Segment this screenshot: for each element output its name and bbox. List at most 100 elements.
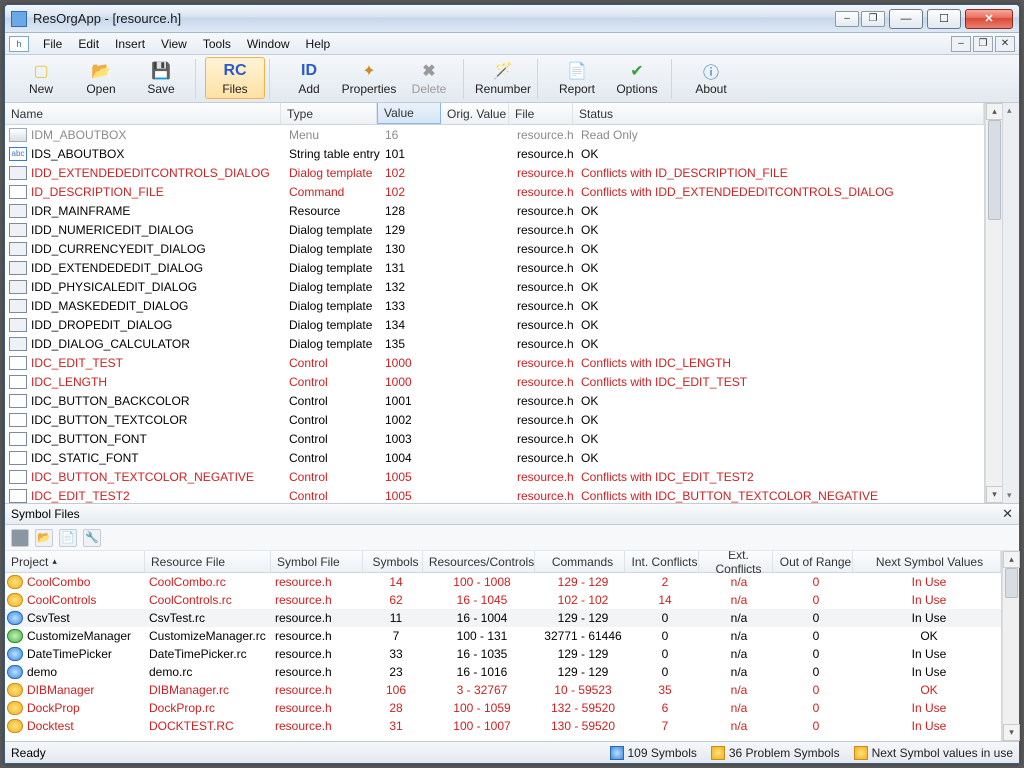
- cell-type: Control: [287, 356, 383, 370]
- project-row[interactable]: demodemo.rcresource.h2316 - 1016129 - 12…: [5, 663, 1001, 681]
- outer-scrollbar[interactable]: [1002, 103, 1019, 503]
- pcol-cmd[interactable]: Commands: [535, 551, 625, 572]
- window-close-button[interactable]: ✕: [965, 9, 1013, 29]
- scroll-down-icon[interactable]: ▾: [1003, 724, 1020, 741]
- scroll-thumb[interactable]: [1005, 568, 1018, 598]
- pcol-ec[interactable]: Ext. Conflicts: [699, 551, 773, 572]
- project-row[interactable]: CoolComboCoolCombo.rcresource.h14100 - 1…: [5, 573, 1001, 591]
- col-orig[interactable]: Orig. Value: [441, 103, 509, 124]
- table-row[interactable]: IDD_NUMERICEDIT_DIALOGDialog template129…: [5, 220, 984, 239]
- toolbar-about[interactable]: ⓘAbout: [681, 57, 741, 99]
- menu-insert[interactable]: Insert: [107, 35, 153, 53]
- pane-tool-2-icon[interactable]: 📂: [35, 529, 53, 547]
- table-row[interactable]: IDD_EXTENDEDEDIT_DIALOGDialog template13…: [5, 258, 984, 277]
- window-maximize-button[interactable]: ☐: [927, 9, 961, 29]
- project-row[interactable]: CoolControlsCoolControls.rcresource.h621…: [5, 591, 1001, 609]
- mdi-close-button[interactable]: ✕: [995, 36, 1015, 52]
- col-name[interactable]: Name: [5, 103, 281, 124]
- scroll-thumb[interactable]: [988, 120, 1001, 220]
- toolbar-save[interactable]: 💾Save: [131, 57, 191, 99]
- mdi-minimize-icon[interactable]: –: [835, 11, 859, 27]
- mdi-min-button[interactable]: –: [951, 36, 971, 52]
- pane-tool-1-icon[interactable]: [11, 529, 29, 547]
- pane-tool-4-icon[interactable]: 🔧: [83, 529, 101, 547]
- scroll-down-icon[interactable]: ▾: [986, 486, 1003, 503]
- project-row[interactable]: CsvTestCsvTest.rcresource.h1116 - 100412…: [5, 609, 1001, 627]
- cell-file: resource.h: [515, 451, 579, 465]
- table-row[interactable]: IDC_STATIC_FONTControl1004resource.hOK: [5, 448, 984, 467]
- toolbar-report[interactable]: 📄Report: [547, 57, 607, 99]
- table-row[interactable]: IDC_BUTTON_FONTControl1003resource.hOK: [5, 429, 984, 448]
- cell-cmd: 129 - 129: [537, 647, 627, 661]
- pcol-oor[interactable]: Out of Range: [773, 551, 853, 572]
- project-list[interactable]: Project▴ Resource File Symbol File Symbo…: [5, 551, 1002, 741]
- toolbar-properties[interactable]: ✦Properties: [339, 57, 399, 99]
- col-file[interactable]: File: [509, 103, 573, 124]
- cell-ic: 6: [627, 701, 701, 715]
- window-minimize-button[interactable]: —: [889, 9, 923, 29]
- toolbar-files[interactable]: RCFiles: [205, 57, 265, 99]
- table-row[interactable]: IDD_CURRENCYEDIT_DIALOGDialog template13…: [5, 239, 984, 258]
- table-row[interactable]: IDM_ABOUTBOXMenu16resource.hRead Only: [5, 125, 984, 144]
- table-row[interactable]: IDD_DIALOG_CALCULATORDialog template135r…: [5, 334, 984, 353]
- table-row[interactable]: IDD_MASKEDEDIT_DIALOGDialog template133r…: [5, 296, 984, 315]
- table-row[interactable]: IDC_BUTTON_BACKCOLORControl1001resource.…: [5, 391, 984, 410]
- pcol-res[interactable]: Resources/Controls: [423, 551, 535, 572]
- table-row[interactable]: IDC_EDIT_TEST2Control1005resource.hConfl…: [5, 486, 984, 503]
- menu-view[interactable]: View: [153, 35, 195, 53]
- project-row[interactable]: DocktestDOCKTEST.RCresource.h31100 - 100…: [5, 717, 1001, 735]
- mdi-restore-icon[interactable]: ❐: [861, 11, 885, 27]
- pcol-symbols[interactable]: Symbols: [363, 551, 423, 572]
- pcol-ic[interactable]: Int. Conflicts: [625, 551, 699, 572]
- pcol-project[interactable]: Project▴: [5, 551, 145, 572]
- menu-window[interactable]: Window: [239, 35, 298, 53]
- pane-tool-3-icon[interactable]: 📄: [59, 529, 77, 547]
- cell-value: 129: [383, 223, 447, 237]
- project-row[interactable]: DIBManagerDIBManager.rcresource.h1063 - …: [5, 681, 1001, 699]
- table-row[interactable]: IDD_PHYSICALEDIT_DIALOGDialog template13…: [5, 277, 984, 296]
- toolbar-add[interactable]: IDAdd: [279, 57, 339, 99]
- cell-file: resource.h: [515, 375, 579, 389]
- cell-nsv: In Use: [855, 647, 1001, 661]
- table-row[interactable]: IDD_DROPEDIT_DIALOGDialog template134res…: [5, 315, 984, 334]
- menu-file[interactable]: File: [35, 35, 70, 53]
- menu-edit[interactable]: Edit: [70, 35, 107, 53]
- titlebar[interactable]: ResOrgApp - [resource.h] – ❐ — ☐ ✕: [5, 5, 1019, 33]
- warning-icon: [854, 746, 868, 760]
- menu-tools[interactable]: Tools: [195, 35, 239, 53]
- toolbar: ▢New 📂Open 💾Save RCFiles IDAdd ✦Properti…: [5, 55, 1019, 103]
- col-type[interactable]: Type: [281, 103, 377, 124]
- table-row[interactable]: IDS_ABOUTBOXString table entry101resourc…: [5, 144, 984, 163]
- toolbar-new[interactable]: ▢New: [11, 57, 71, 99]
- pcol-nsv[interactable]: Next Symbol Values: [853, 551, 1001, 572]
- scroll-up-icon[interactable]: ▴: [1003, 551, 1020, 568]
- pcol-rc[interactable]: Resource File: [145, 551, 271, 572]
- pcol-symfile[interactable]: Symbol File: [271, 551, 363, 572]
- table-row[interactable]: ID_DESCRIPTION_FILECommand102resource.hC…: [5, 182, 984, 201]
- symbol-list[interactable]: Name Type Value Orig. Value File Status …: [5, 103, 985, 503]
- project-row[interactable]: CustomizeManagerCustomizeManager.rcresou…: [5, 627, 1001, 645]
- table-row[interactable]: IDC_LENGTHControl1000resource.hConflicts…: [5, 372, 984, 391]
- table-row[interactable]: IDR_MAINFRAMEResource128resource.hOK: [5, 201, 984, 220]
- project-row[interactable]: DateTimePickerDateTimePicker.rcresource.…: [5, 645, 1001, 663]
- doc-icon[interactable]: h: [9, 36, 29, 52]
- col-status[interactable]: Status: [573, 103, 984, 124]
- pane-scrollbar[interactable]: ▴ ▾: [1002, 551, 1019, 741]
- cell-name: IDC_LENGTH: [29, 375, 287, 389]
- table-row[interactable]: IDD_EXTENDEDEDITCONTROLS_DIALOGDialog te…: [5, 163, 984, 182]
- mdi-restore-button[interactable]: ❐: [973, 36, 993, 52]
- col-value[interactable]: Value: [377, 103, 441, 124]
- menu-help[interactable]: Help: [298, 35, 339, 53]
- list-scrollbar[interactable]: ▴ ▾: [985, 103, 1002, 503]
- toolbar-renumber[interactable]: 🪄Renumber: [473, 57, 533, 99]
- table-row[interactable]: IDC_EDIT_TESTControl1000resource.hConfli…: [5, 353, 984, 372]
- project-row[interactable]: DockPropDockProp.rcresource.h28100 - 105…: [5, 699, 1001, 717]
- table-row[interactable]: IDC_BUTTON_TEXTCOLOR_NEGATIVEControl1005…: [5, 467, 984, 486]
- table-row[interactable]: IDC_BUTTON_TEXTCOLORControl1002resource.…: [5, 410, 984, 429]
- cell-rc: DOCKTEST.RC: [147, 719, 273, 733]
- toolbar-options[interactable]: ✔Options: [607, 57, 667, 99]
- cell-status: OK: [579, 223, 984, 237]
- scroll-up-icon[interactable]: ▴: [986, 103, 1003, 120]
- pane-close-button[interactable]: ✕: [1002, 506, 1013, 522]
- toolbar-open[interactable]: 📂Open: [71, 57, 131, 99]
